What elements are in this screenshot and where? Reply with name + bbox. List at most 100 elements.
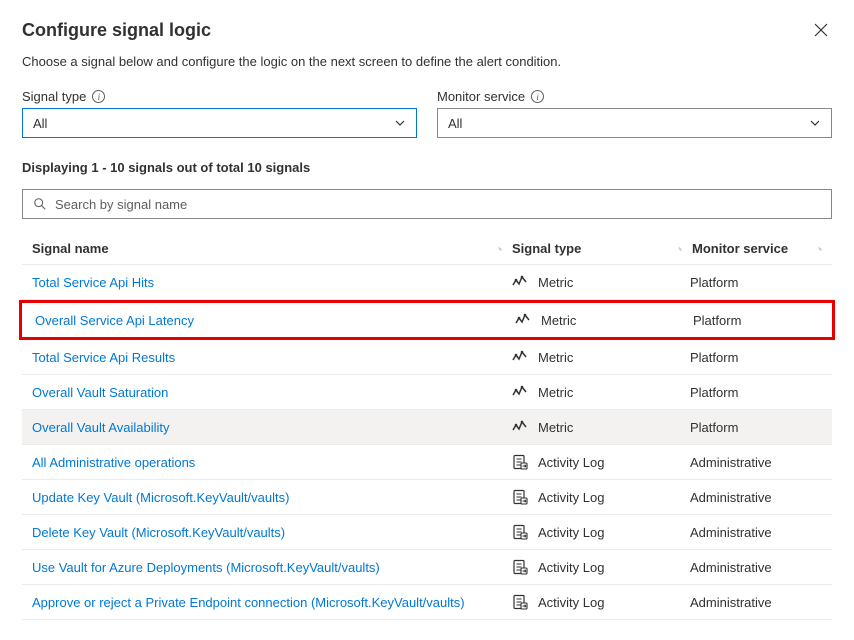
signal-link[interactable]: All Administrative operations [32, 455, 195, 470]
signal-link[interactable]: Overall Vault Availability [32, 420, 170, 435]
activity-log-icon [512, 559, 528, 575]
signal-link[interactable]: Approve or reject a Private Endpoint con… [32, 595, 465, 610]
col-header-monitor-service-text: Monitor service [692, 241, 788, 256]
monitor-service-filter: Monitor service i All [437, 89, 832, 138]
monitor-service-value: All [448, 116, 462, 131]
metric-icon [512, 384, 528, 400]
table-row[interactable]: Total Service Api Hits Metric Platform [22, 265, 832, 300]
monitor-service-cell: Administrative [690, 455, 832, 470]
sort-icon [678, 242, 692, 256]
monitor-service-label: Monitor service i [437, 89, 832, 104]
table-row[interactable]: All Administrative operations Activity Lo… [22, 445, 832, 480]
table-header: Signal name Signal type Monitor service [22, 233, 832, 265]
signal-link[interactable]: Total Service Api Results [32, 350, 175, 365]
signal-type-filter: Signal type i All [22, 89, 417, 138]
sort-icon [498, 242, 512, 256]
col-header-signal-name[interactable]: Signal name [22, 241, 512, 256]
chevron-down-icon [394, 117, 406, 129]
col-header-signal-name-text: Signal name [32, 241, 109, 256]
signal-type-text: Metric [538, 275, 573, 290]
col-header-signal-type[interactable]: Signal type [512, 241, 692, 256]
monitor-service-text: Platform [690, 275, 738, 290]
signal-link[interactable]: Update Key Vault (Microsoft.KeyVault/vau… [32, 490, 289, 505]
signal-type-text: Activity Log [538, 490, 604, 505]
monitor-service-label-text: Monitor service [437, 89, 525, 104]
activity-log-icon [512, 524, 528, 540]
col-header-monitor-service[interactable]: Monitor service [692, 241, 832, 256]
table-row[interactable]: Overall Vault Saturation Metric Platform [22, 375, 832, 410]
metric-icon [515, 312, 531, 328]
metric-icon [512, 349, 528, 365]
monitor-service-cell: Platform [693, 313, 829, 328]
monitor-service-select[interactable]: All [437, 108, 832, 138]
signal-type-cell: Metric [515, 312, 693, 328]
signal-type-text: Activity Log [538, 525, 604, 540]
monitor-service-text: Administrative [690, 525, 772, 540]
activity-log-icon [512, 489, 528, 505]
page-title: Configure signal logic [22, 20, 211, 41]
signal-type-cell: Activity Log [512, 594, 690, 610]
signal-type-select[interactable]: All [22, 108, 417, 138]
signal-name-cell: All Administrative operations [22, 455, 512, 470]
search-input[interactable] [55, 197, 821, 212]
signal-type-text: Activity Log [538, 560, 604, 575]
signal-link[interactable]: Delete Key Vault (Microsoft.KeyVault/vau… [32, 525, 285, 540]
monitor-service-text: Administrative [690, 490, 772, 505]
table-row[interactable]: Approve or reject a Private Endpoint con… [22, 585, 832, 620]
info-icon[interactable]: i [92, 90, 105, 103]
signal-link[interactable]: Use Vault for Azure Deployments (Microso… [32, 560, 380, 575]
monitor-service-cell: Platform [690, 350, 832, 365]
signal-type-cell: Metric [512, 384, 690, 400]
sort-icon [818, 242, 832, 256]
signal-name-cell: Use Vault for Azure Deployments (Microso… [22, 560, 512, 575]
close-button[interactable] [810, 20, 832, 42]
monitor-service-cell: Platform [690, 420, 832, 435]
signal-name-cell: Overall Service Api Latency [25, 313, 515, 328]
table-row[interactable]: Overall Vault Availability Metric Platform [22, 410, 832, 445]
close-icon [814, 23, 828, 37]
panel-header: Configure signal logic [22, 20, 832, 42]
table-row[interactable]: Delete Key Vault (Microsoft.KeyVault/vau… [22, 515, 832, 550]
signal-name-cell: Update Key Vault (Microsoft.KeyVault/vau… [22, 490, 512, 505]
monitor-service-cell: Platform [690, 385, 832, 400]
signal-type-text: Activity Log [538, 455, 604, 470]
signal-name-cell: Overall Vault Saturation [22, 385, 512, 400]
monitor-service-text: Platform [690, 350, 738, 365]
col-header-signal-type-text: Signal type [512, 241, 581, 256]
signal-type-cell: Activity Log [512, 524, 690, 540]
signal-type-text: Metric [538, 350, 573, 365]
signal-type-text: Activity Log [538, 595, 604, 610]
signal-type-label: Signal type i [22, 89, 417, 104]
table-row[interactable]: Update Key Vault (Microsoft.KeyVault/vau… [22, 480, 832, 515]
monitor-service-cell: Administrative [690, 490, 832, 505]
metric-icon [512, 419, 528, 435]
filter-row: Signal type i All Monitor service i All [22, 89, 832, 138]
monitor-service-text: Platform [690, 420, 738, 435]
table-row[interactable]: Use Vault for Azure Deployments (Microso… [22, 550, 832, 585]
signal-link[interactable]: Total Service Api Hits [32, 275, 154, 290]
table-row[interactable]: Overall Service Api Latency MetricPlatfor… [19, 300, 835, 340]
monitor-service-text: Platform [690, 385, 738, 400]
signal-link[interactable]: Overall Service Api Latency [35, 313, 194, 328]
description-text: Choose a signal below and configure the … [22, 54, 832, 69]
activity-log-icon [512, 454, 528, 470]
signal-type-cell: Activity Log [512, 454, 690, 470]
monitor-service-text: Administrative [690, 595, 772, 610]
signal-type-cell: Metric [512, 349, 690, 365]
results-count: Displaying 1 - 10 signals out of total 1… [22, 160, 832, 175]
signal-type-label-text: Signal type [22, 89, 86, 104]
signal-type-cell: Activity Log [512, 559, 690, 575]
info-icon[interactable]: i [531, 90, 544, 103]
signal-type-text: Metric [538, 385, 573, 400]
monitor-service-cell: Platform [690, 275, 832, 290]
signal-link[interactable]: Overall Vault Saturation [32, 385, 168, 400]
table-body: Total Service Api HitsMetricPlatformOver… [22, 265, 832, 620]
signal-name-cell: Total Service Api Hits [22, 275, 512, 290]
monitor-service-cell: Administrative [690, 560, 832, 575]
signal-type-text: Metric [538, 420, 573, 435]
metric-icon [512, 274, 528, 290]
search-box[interactable] [22, 189, 832, 219]
monitor-service-text: Platform [693, 313, 741, 328]
table-row[interactable]: Total Service Api Results Metric Platform [22, 340, 832, 375]
monitor-service-cell: Administrative [690, 595, 832, 610]
